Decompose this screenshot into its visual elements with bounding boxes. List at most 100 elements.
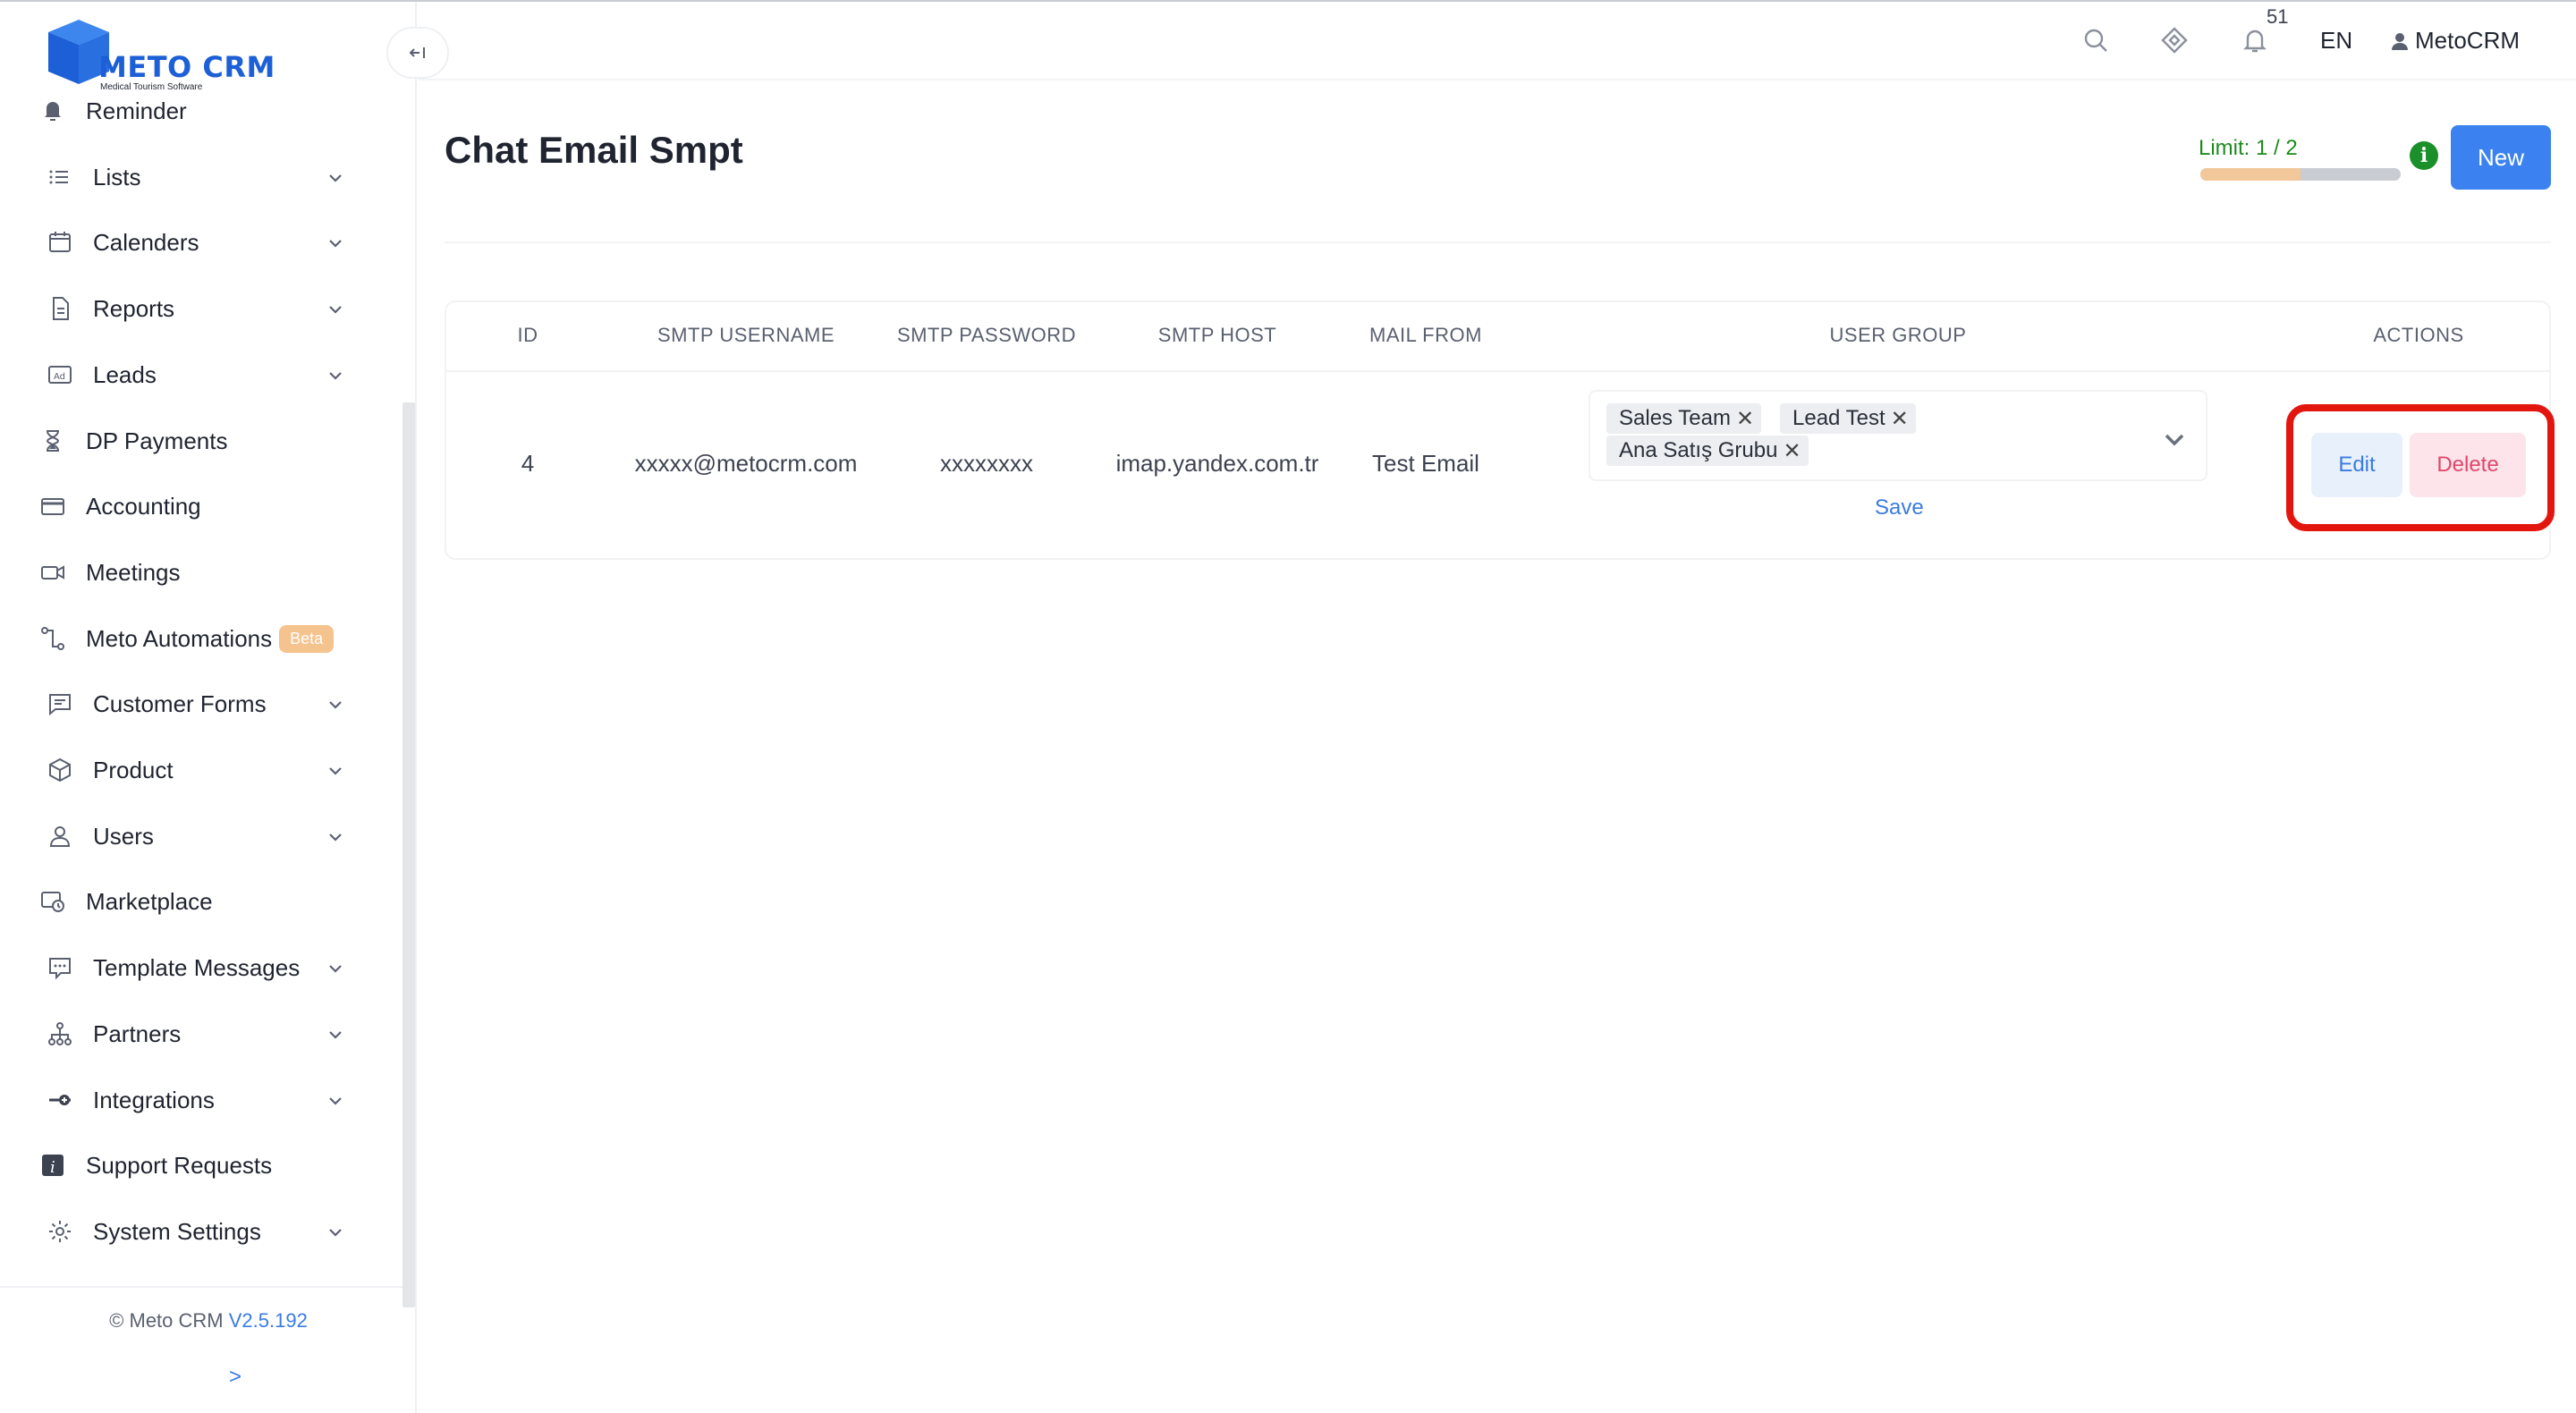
tag-label: Sales Team bbox=[1619, 406, 1731, 430]
sidebar-item-customer-forms[interactable]: Customer Forms bbox=[39, 679, 352, 729]
svg-text:Ad: Ad bbox=[54, 372, 65, 382]
column-header-smtp-password: SMTP PASSWORD bbox=[896, 324, 1077, 346]
sidebar-item-label: Reminder bbox=[86, 97, 187, 124]
sidebar-item-label: Template Messages bbox=[93, 953, 301, 981]
sidebar-item-label: Customer Forms bbox=[93, 690, 267, 717]
tag-label: Lead Test bbox=[1792, 406, 1885, 430]
remove-tag-icon[interactable]: ✕ bbox=[1891, 406, 1909, 432]
gear-icon bbox=[47, 1218, 73, 1245]
sidebar-item-meto-automations[interactable]: Meto Automations Beta bbox=[39, 613, 352, 664]
collapse-arrow-icon bbox=[409, 47, 425, 58]
diamond-icon[interactable] bbox=[2159, 25, 2190, 55]
notification-bell-icon[interactable] bbox=[2240, 25, 2270, 55]
calendar-icon bbox=[47, 229, 73, 256]
network-icon bbox=[47, 1020, 73, 1047]
sidebar-item-integrations[interactable]: Integrations bbox=[39, 1075, 352, 1125]
logo[interactable]: METO CRM Medical Tourism Software bbox=[43, 16, 293, 97]
content-divider bbox=[445, 241, 2551, 243]
user-name: MetoCRM bbox=[2415, 27, 2521, 54]
column-header-smtp-username: SMTP USERNAME bbox=[657, 324, 835, 346]
bell-icon bbox=[39, 97, 66, 124]
sidebar-item-label: Meetings bbox=[86, 558, 181, 586]
sidebar-item-label: Accounting bbox=[86, 492, 201, 520]
chevron-down-icon bbox=[326, 300, 345, 319]
sidebar-item-label: Marketplace bbox=[86, 887, 213, 915]
user-icon bbox=[47, 823, 73, 850]
info-icon[interactable]: i bbox=[2410, 141, 2438, 170]
version-link[interactable]: V2.5.192 bbox=[229, 1309, 308, 1332]
user-icon bbox=[2392, 32, 2408, 50]
sidebar-item-label: System Settings bbox=[93, 1217, 261, 1245]
new-button[interactable]: New bbox=[2451, 125, 2551, 190]
sidebar-item-reports[interactable]: Reports bbox=[39, 283, 352, 334]
sidebar-item-label: Product bbox=[93, 756, 174, 783]
header-divider bbox=[419, 79, 2576, 80]
sidebar-expand-button[interactable]: > bbox=[229, 1365, 242, 1390]
sidebar-item-label: Users bbox=[93, 822, 154, 850]
user-group-tag: Sales Team ✕ bbox=[1606, 403, 1762, 434]
chevron-down-icon bbox=[326, 827, 345, 847]
hourglass-icon bbox=[39, 427, 66, 454]
workflow-icon bbox=[39, 625, 66, 652]
sidebar-item-leads[interactable]: Ad Leads bbox=[39, 350, 352, 400]
sidebar-item-calenders[interactable]: Calenders bbox=[39, 217, 352, 267]
sidebar-item-label: Meto Automations bbox=[86, 624, 273, 652]
chevron-down-icon[interactable] bbox=[2161, 426, 2188, 453]
cell-smtp-password: xxxxxxxx bbox=[940, 450, 1033, 477]
chevron-down-icon bbox=[326, 1223, 345, 1242]
sidebar-item-partners[interactable]: Partners bbox=[39, 1009, 352, 1059]
search-icon[interactable] bbox=[2080, 25, 2111, 55]
limit-text: Limit: 1 / 2 bbox=[2199, 136, 2298, 160]
sidebar-item-accounting[interactable]: Accounting bbox=[39, 481, 352, 531]
column-header-user-group: USER GROUP bbox=[1829, 324, 1967, 346]
marketplace-icon bbox=[39, 888, 66, 915]
actions-highlight bbox=[2286, 404, 2555, 531]
column-header-id: ID bbox=[517, 324, 538, 346]
column-header-actions: ACTIONS bbox=[2373, 324, 2464, 346]
limit-progress-bar bbox=[2200, 168, 2401, 181]
chevron-down-icon bbox=[326, 233, 345, 253]
sidebar-scrollbar[interactable] bbox=[402, 402, 415, 1307]
tag-label: Ana Satış Grubu bbox=[1619, 438, 1778, 462]
sidebar-item-template-messages[interactable]: Template Messages bbox=[39, 943, 352, 993]
sidebar-item-reminder[interactable]: Reminder bbox=[39, 86, 352, 136]
sidebar-item-label: Calenders bbox=[93, 228, 199, 256]
copyright: © Meto CRM V2.5.192 bbox=[0, 1309, 417, 1333]
cell-id: 4 bbox=[521, 450, 535, 477]
table-header-divider bbox=[446, 370, 2549, 372]
sidebar-item-label: Lists bbox=[93, 163, 141, 190]
column-header-mail-from: MAIL FROM bbox=[1369, 324, 1482, 346]
chat-form-icon bbox=[47, 690, 73, 717]
notification-count: 51 bbox=[2267, 5, 2289, 28]
message-icon bbox=[47, 954, 73, 981]
cell-mail-from: Test Email bbox=[1372, 450, 1479, 477]
svg-text:i: i bbox=[50, 1158, 55, 1177]
user-group-tag: Lead Test ✕ bbox=[1780, 403, 1916, 434]
remove-tag-icon[interactable]: ✕ bbox=[1783, 438, 1801, 464]
sidebar-item-label: Support Requests bbox=[86, 1151, 273, 1179]
copyright-text: © Meto CRM bbox=[109, 1309, 224, 1332]
chevron-down-icon bbox=[326, 695, 345, 715]
chevron-down-icon bbox=[326, 959, 345, 978]
sidebar-item-product[interactable]: Product bbox=[39, 745, 352, 795]
sidebar-item-users[interactable]: Users bbox=[39, 811, 352, 861]
collapse-sidebar-button[interactable] bbox=[386, 27, 449, 79]
sidebar-item-dp-payments[interactable]: DP Payments bbox=[39, 416, 352, 466]
sidebar-item-marketplace[interactable]: Marketplace bbox=[39, 876, 352, 926]
user-menu[interactable]: MetoCRM bbox=[2390, 27, 2520, 55]
ad-icon: Ad bbox=[47, 361, 73, 388]
sidebar-item-support-requests[interactable]: i Support Requests bbox=[39, 1140, 352, 1190]
sidebar-item-meetings[interactable]: Meetings bbox=[39, 547, 352, 597]
sidebar-item-label: DP Payments bbox=[86, 427, 228, 454]
chevron-down-icon bbox=[326, 1091, 345, 1111]
language-selector[interactable]: EN bbox=[2320, 27, 2352, 55]
remove-tag-icon[interactable]: ✕ bbox=[1736, 406, 1754, 432]
chevron-down-icon bbox=[326, 761, 345, 781]
sidebar-item-system-settings[interactable]: System Settings bbox=[39, 1206, 352, 1256]
sidebar-item-lists[interactable]: Lists bbox=[39, 152, 352, 202]
save-button[interactable]: Save bbox=[1875, 495, 1924, 520]
list-icon bbox=[47, 164, 73, 190]
video-icon bbox=[39, 559, 66, 586]
plug-icon bbox=[47, 1087, 73, 1113]
cell-smtp-username: xxxxx@metocrm.com bbox=[634, 450, 858, 477]
